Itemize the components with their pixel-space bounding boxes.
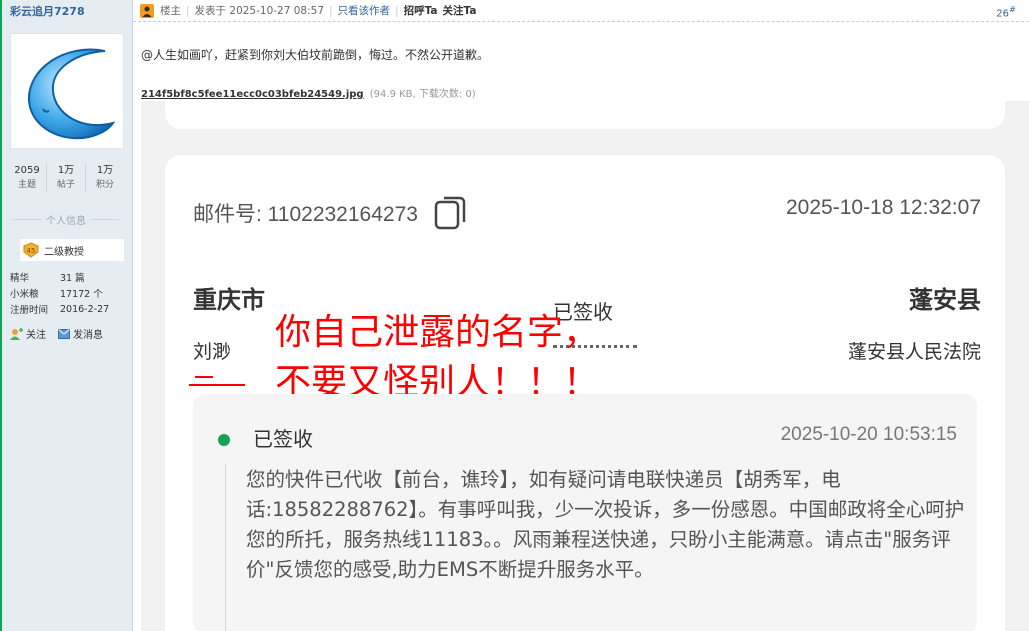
- floor-value: 26: [996, 8, 1010, 20]
- rank-title: 二级教授: [44, 246, 84, 258]
- red-overlay-text: 你自己泄露的名字， 不要又怪别人！！！: [275, 308, 599, 408]
- recipient-name: 蓬安县人民法院: [847, 341, 981, 363]
- tracking-entry: 已签收 2025-10-20 10:53:15 您的快件已代收【前台，谯玲】，如…: [193, 394, 977, 631]
- attached-image[interactable]: 邮件号: 1102232164273 2025-10-18 12:32:07 重…: [141, 101, 1029, 631]
- post-time: 发表于 2025-10-27 08:57: [194, 5, 325, 17]
- info-row: 精华 31 篇: [10, 269, 126, 285]
- separator: |: [395, 4, 399, 17]
- mail-number: 邮件号: 1102232164273: [193, 196, 466, 230]
- message-label: 发消息: [73, 330, 103, 341]
- tracking-status: 已签收: [253, 427, 313, 451]
- post-content: @人生如画吖，赶紧到你刘大伯坟前跪倒，悔过。不然公开道歉。: [141, 48, 490, 62]
- copy-icon: [434, 196, 466, 230]
- floor-number[interactable]: 26#: [996, 4, 1016, 19]
- user-sidebar: 彩云追月7278 2059 主题 1万 帖子 1万 积分 个人信息 45 二级教…: [0, 0, 133, 631]
- attachment-meta: (94.9 KB, 下载次数: 0): [369, 89, 476, 100]
- attachment: 214f5bf8c5fee11ecc0c03bfeb24549.jpg (94.…: [141, 85, 476, 100]
- avatar[interactable]: [10, 33, 124, 149]
- stat-points[interactable]: 1万 积分: [86, 164, 124, 192]
- info-value: 17172 个: [60, 289, 103, 300]
- follow-label: 关注: [26, 330, 46, 341]
- attachment-link[interactable]: 214f5bf8c5fee11ecc0c03bfeb24549.jpg: [141, 89, 364, 100]
- info-row: 注册时间 2016-2-27: [10, 301, 126, 317]
- username-link[interactable]: 彩云追月7278: [10, 3, 85, 19]
- info-key: 精华: [10, 273, 30, 284]
- timeline-line: [225, 464, 226, 631]
- mail-icon: [58, 328, 70, 339]
- user-actions: 关注 发消息: [10, 326, 115, 341]
- rank-level-icon: 45: [23, 242, 39, 258]
- mail-number-text: 邮件号: 1102232164273: [193, 203, 418, 226]
- sidebar-accent-line: [0, 0, 2, 631]
- message-button[interactable]: 发消息: [58, 326, 103, 341]
- tracking-description: 您的快件已代收【前台，谯玲】，如有疑问请电联快递员【胡秀军，电话:1858228…: [246, 468, 965, 581]
- status-dot-icon: [218, 434, 230, 446]
- red-underline-mark: [189, 376, 245, 386]
- mail-time: 2025-10-18 12:32:07: [786, 196, 981, 219]
- stat-label: 积分: [95, 180, 114, 190]
- stat-value: 1万: [96, 165, 114, 176]
- section-title-text: 个人信息: [46, 216, 86, 227]
- overlay-line-1: 你自己泄露的名字，: [275, 312, 600, 353]
- info-key: 注册时间: [10, 305, 49, 316]
- rank-level-text: 45: [27, 247, 36, 255]
- follow-icon: [10, 327, 23, 340]
- origin-city: 重庆市: [193, 286, 265, 314]
- stat-threads[interactable]: 2059 主题: [8, 164, 47, 192]
- sender-name: 刘渺: [193, 341, 232, 363]
- stat-posts[interactable]: 1万 帖子: [47, 164, 86, 192]
- info-key: 小米粮: [10, 289, 39, 300]
- info-value: 31 篇: [60, 273, 85, 284]
- follow-author-link[interactable]: 关注Ta: [443, 3, 477, 18]
- destination-city: 蓬安县: [909, 286, 981, 314]
- only-author-link[interactable]: 只看该作者: [338, 3, 391, 18]
- greet-link[interactable]: 招呼Ta: [404, 3, 438, 18]
- follow-button[interactable]: 关注: [10, 326, 46, 341]
- tracking-time: 2025-10-20 10:53:15: [780, 424, 957, 445]
- thread-starter-icon: [140, 3, 154, 18]
- stat-value: 2059: [14, 165, 40, 176]
- info-value: 2016-2-27: [60, 303, 110, 315]
- user-stats: 2059 主题 1万 帖子 1万 积分: [8, 164, 124, 192]
- card-top-fragment: [165, 101, 1005, 129]
- stat-label: 主题: [17, 180, 36, 190]
- moon-avatar-icon: [27, 48, 116, 140]
- separator: |: [186, 4, 190, 17]
- user-info: 精华 31 篇 小米粮 17172 个 注册时间 2016-2-27: [10, 269, 126, 317]
- rank-badge: 45 二级教授: [20, 239, 124, 261]
- profile-section-title: 个人信息: [8, 212, 124, 227]
- stat-value: 1万: [57, 165, 75, 176]
- info-row: 小米粮 17172 个: [10, 285, 126, 301]
- separator: |: [329, 4, 333, 17]
- author-tag: 楼主: [160, 5, 181, 17]
- divider: [13, 219, 41, 220]
- stat-label: 帖子: [56, 180, 75, 190]
- divider: [91, 219, 119, 220]
- post-header: 楼主 | 发表于 2025-10-27 08:57 | 只看该作者 | 招呼Ta…: [133, 0, 1029, 22]
